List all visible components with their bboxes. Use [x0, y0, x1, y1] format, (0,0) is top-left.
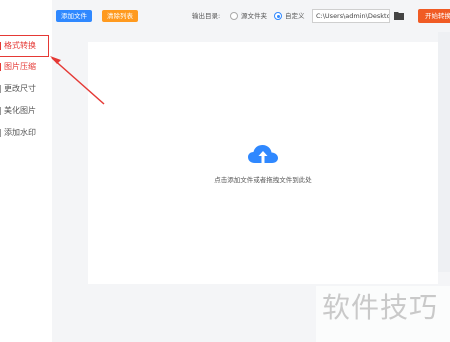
sidebar-item-label: 美化图片: [4, 106, 36, 115]
clear-list-button[interactable]: 清除列表: [102, 10, 138, 22]
sidebar-item-marker: [0, 84, 1, 93]
sidebar-item-marker: [0, 128, 1, 137]
sidebar-item-label: 更改尺寸: [4, 84, 36, 93]
output-dir-label: 输出目录:: [192, 12, 221, 20]
sidebar-item-marker: [0, 41, 1, 50]
sidebar: 格式转换 图片压缩 更改尺寸 美化图片 添加水印: [0, 0, 52, 342]
sidebar-item-marker: [0, 106, 1, 115]
sidebar-item-resize[interactable]: 更改尺寸: [0, 79, 60, 99]
cloud-upload-icon: [248, 145, 278, 165]
sidebar-item-marker: [0, 62, 1, 71]
radio-source-folder-label[interactable]: 源文件夹: [241, 10, 267, 22]
radio-custom-label[interactable]: 自定义: [285, 10, 305, 22]
start-convert-button[interactable]: 开始转换: [418, 9, 450, 23]
sidebar-item-format-convert[interactable]: 格式转换: [0, 35, 49, 57]
radio-custom[interactable]: [274, 12, 282, 20]
sidebar-item-label: 添加水印: [4, 128, 36, 137]
watermark-text: 软件技巧: [322, 291, 439, 324]
file-drop-zone[interactable]: 点击添加文件或者拖拽文件到此处: [88, 42, 438, 284]
toolbar: 添加文件 清除列表 输出目录: 源文件夹 自定义 C:\Users\admin\…: [52, 0, 450, 32]
add-files-button[interactable]: 添加文件: [56, 10, 92, 22]
sidebar-item-watermark[interactable]: 添加水印: [0, 123, 60, 143]
sidebar-item-label: 格式转换: [4, 41, 36, 50]
sidebar-item-image-compress[interactable]: 图片压缩: [0, 57, 60, 77]
sidebar-item-label: 图片压缩: [4, 62, 36, 71]
sidebar-item-beautify[interactable]: 美化图片: [0, 101, 60, 121]
output-path-input[interactable]: C:\Users\admin\Deskto: [312, 9, 390, 23]
radio-source-folder[interactable]: [230, 12, 238, 20]
folder-icon[interactable]: [394, 11, 404, 20]
drop-hint-text: 点击添加文件或者拖拽文件到此处: [214, 176, 312, 184]
scroll-track[interactable]: [438, 32, 450, 272]
